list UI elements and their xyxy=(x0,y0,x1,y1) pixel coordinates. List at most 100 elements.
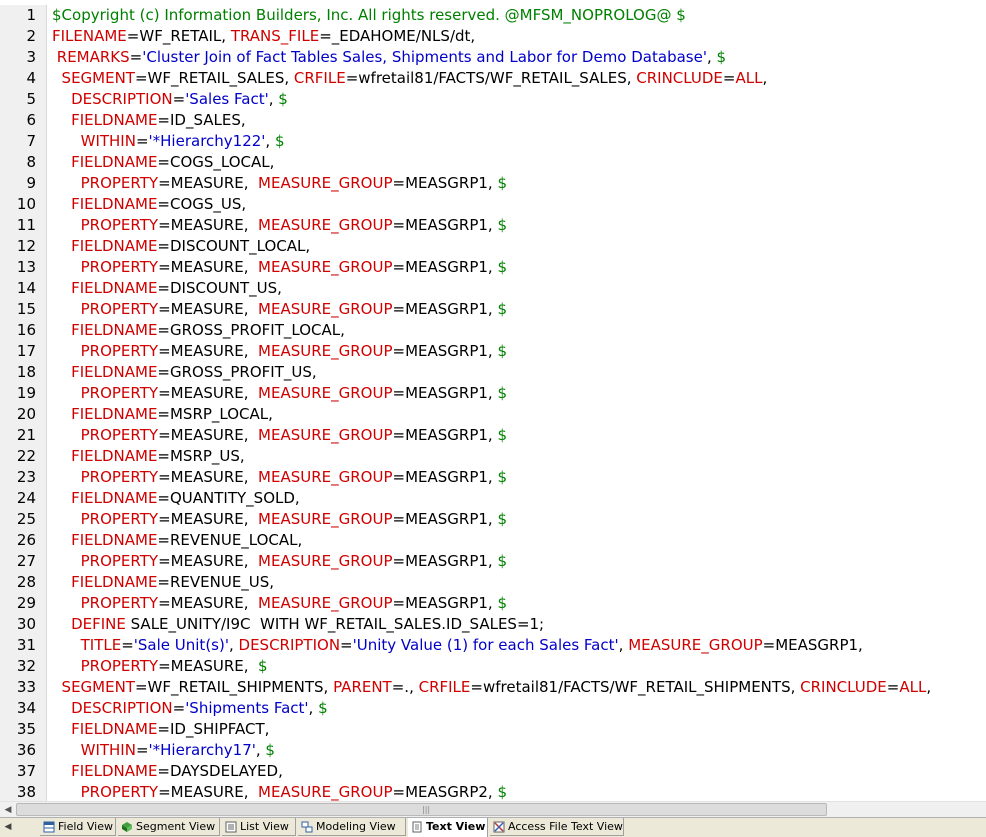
keyword-token: MEASURE_GROUP xyxy=(258,426,393,444)
tab-list-view[interactable]: List View xyxy=(222,818,296,836)
keyword-token: WITHIN xyxy=(80,741,136,759)
text-token: , xyxy=(228,636,239,654)
line-code: FIELDNAME=MSRP_US, xyxy=(52,446,245,467)
text-token: =MEASGRP1, xyxy=(392,468,498,486)
text-token: , xyxy=(268,90,279,108)
keyword-token: MEASURE_GROUP xyxy=(258,384,393,402)
code-line[interactable]: 22 FIELDNAME=MSRP_US, xyxy=(0,446,986,467)
line-code: DESCRIPTION='Shipments Fact', $ xyxy=(52,698,328,719)
code-line[interactable]: 9 PROPERTY=MEASURE, MEASURE_GROUP=MEASGR… xyxy=(0,173,986,194)
dollar-token: $ xyxy=(497,552,508,570)
code-line[interactable]: 35 FIELDNAME=ID_SHIPFACT, xyxy=(0,719,986,740)
code-line[interactable]: 13 PROPERTY=MEASURE, MEASURE_GROUP=MEASG… xyxy=(0,257,986,278)
code-line[interactable]: 27 PROPERTY=MEASURE, MEASURE_GROUP=MEASG… xyxy=(0,551,986,572)
code-line[interactable]: 16 FIELDNAME=GROSS_PROFIT_LOCAL, xyxy=(0,320,986,341)
line-number: 33 xyxy=(16,678,36,696)
code-line[interactable]: 2 FILENAME=WF_RETAIL, TRANS_FILE=_EDAHOME… xyxy=(0,26,986,47)
tab-access-file-text-view[interactable]: Access File Text View xyxy=(490,818,624,836)
code-line[interactable]: 33 SEGMENT=WF_RETAIL_SHIPMENTS, PARENT=.… xyxy=(0,677,986,698)
keyword-token: MEASURE_GROUP xyxy=(258,216,393,234)
code-line[interactable]: 14 FIELDNAME=DISCOUNT_US, xyxy=(0,278,986,299)
text-token: , xyxy=(255,741,266,759)
code-line[interactable]: 20 FIELDNAME=MSRP_LOCAL, xyxy=(0,404,986,425)
keyword-token: FIELDNAME xyxy=(71,111,158,129)
keyword-token: MEASURE_GROUP xyxy=(628,636,763,654)
text-token: , xyxy=(762,69,768,87)
keyword-token: DESCRIPTION xyxy=(238,636,341,654)
line-code: PROPERTY=MEASURE, MEASURE_GROUP=MEASGRP1… xyxy=(52,341,507,362)
text-editor[interactable]: 1 $Copyright (c) Information Builders, In… xyxy=(0,5,986,801)
scrollbar-thumb[interactable]: ||| xyxy=(16,803,827,816)
line-code: PROPERTY=MEASURE, $ xyxy=(52,656,268,677)
code-line[interactable]: 6 FIELDNAME=ID_SALES, xyxy=(0,110,986,131)
string-token: 'Unity Value (1) for each Sales Fact' xyxy=(352,636,619,654)
keyword-token: PROPERTY xyxy=(80,657,159,675)
code-line[interactable]: 1 $Copyright (c) Information Builders, In… xyxy=(0,5,986,26)
line-code: SEGMENT=WF_RETAIL_SALES, CRFILE=wfretail… xyxy=(52,68,768,89)
keyword-token: CRINCLUDE xyxy=(800,678,887,696)
keyword-token: FIELDNAME xyxy=(71,237,158,255)
code-line[interactable]: 7 WITHIN='*Hierarchy122', $ xyxy=(0,131,986,152)
code-line[interactable]: 19 PROPERTY=MEASURE, MEASURE_GROUP=MEASG… xyxy=(0,383,986,404)
line-number: 18 xyxy=(16,363,36,381)
code-line[interactable]: 15 PROPERTY=MEASURE, MEASURE_GROUP=MEASG… xyxy=(0,299,986,320)
line-code: FIELDNAME=COGS_US, xyxy=(52,194,246,215)
string-token: 'Cluster Join of Fact Tables Sales, Ship… xyxy=(142,48,707,66)
text-token: =., xyxy=(391,678,419,696)
keyword-token: PROPERTY xyxy=(80,300,159,318)
code-line[interactable]: 17 PROPERTY=MEASURE, MEASURE_GROUP=MEASG… xyxy=(0,341,986,362)
tab-field-view[interactable]: Field View xyxy=(40,818,116,836)
text-token: =_EDAHOME/NLS/dt, xyxy=(319,27,476,45)
code-line[interactable]: 25 PROPERTY=MEASURE, MEASURE_GROUP=MEASG… xyxy=(0,509,986,530)
code-line[interactable]: 3 REMARKS='Cluster Join of Fact Tables S… xyxy=(0,47,986,68)
code-line[interactable]: 36 WITHIN='*Hierarchy17', $ xyxy=(0,740,986,761)
text-token: , xyxy=(308,699,319,717)
text-view-icon xyxy=(412,821,422,833)
text-token: =REVENUE_US, xyxy=(157,573,275,591)
code-line[interactable]: 31 TITLE='Sale Unit(s)', DESCRIPTION='Un… xyxy=(0,635,986,656)
code-line[interactable]: 23 PROPERTY=MEASURE, MEASURE_GROUP=MEASG… xyxy=(0,467,986,488)
field-view-icon xyxy=(43,821,55,833)
tab-scroll-left-icon[interactable]: ◀ xyxy=(0,818,16,837)
scroll-left-arrow-icon[interactable]: ◀ xyxy=(0,802,16,818)
code-line[interactable]: 38 PROPERTY=MEASURE, MEASURE_GROUP=MEASG… xyxy=(0,782,986,801)
code-line[interactable]: 37 FIELDNAME=DAYSDELAYED, xyxy=(0,761,986,782)
code-line[interactable]: 10 FIELDNAME=COGS_US, xyxy=(0,194,986,215)
text-token: , xyxy=(265,132,275,150)
code-line[interactable]: 12 FIELDNAME=DISCOUNT_LOCAL, xyxy=(0,236,986,257)
code-line[interactable]: 34 DESCRIPTION='Shipments Fact', $ xyxy=(0,698,986,719)
tab-segment-view[interactable]: Segment View xyxy=(118,818,220,836)
code-line[interactable]: 28 FIELDNAME=REVENUE_US, xyxy=(0,572,986,593)
tab-modeling-view[interactable]: Modeling View xyxy=(298,818,406,836)
code-line[interactable]: 8 FIELDNAME=COGS_LOCAL, xyxy=(0,152,986,173)
text-token: =MEASURE, xyxy=(158,510,259,528)
keyword-token: DEFINE xyxy=(71,615,126,633)
code-line[interactable]: 32 PROPERTY=MEASURE, $ xyxy=(0,656,986,677)
text-token: = xyxy=(340,636,353,654)
code-line[interactable]: 18 FIELDNAME=GROSS_PROFIT_US, xyxy=(0,362,986,383)
line-code: PROPERTY=MEASURE, MEASURE_GROUP=MEASGRP2… xyxy=(52,782,507,801)
code-line[interactable]: 11 PROPERTY=MEASURE, MEASURE_GROUP=MEASG… xyxy=(0,215,986,236)
code-line[interactable]: 24 FIELDNAME=QUANTITY_SOLD, xyxy=(0,488,986,509)
horizontal-scrollbar[interactable]: ◀ ||| xyxy=(0,801,986,818)
code-line[interactable]: 26 FIELDNAME=REVENUE_LOCAL, xyxy=(0,530,986,551)
dollar-token: $ xyxy=(716,48,727,66)
line-code: DESCRIPTION='Sales Fact', $ xyxy=(52,89,288,110)
tab-text-view[interactable]: Text View xyxy=(408,818,488,837)
keyword-token: DESCRIPTION xyxy=(71,699,173,717)
code-line[interactable]: 21 PROPERTY=MEASURE, MEASURE_GROUP=MEASG… xyxy=(0,425,986,446)
code-line[interactable]: 4 SEGMENT=WF_RETAIL_SALES, CRFILE=wfreta… xyxy=(0,68,986,89)
code-line[interactable]: 5 DESCRIPTION='Sales Fact', $ xyxy=(0,89,986,110)
code-line[interactable]: 30 DEFINE SALE_UNITY/I9C WITH WF_RETAIL_… xyxy=(0,614,986,635)
code-line[interactable]: 29 PROPERTY=MEASURE, MEASURE_GROUP=MEASG… xyxy=(0,593,986,614)
line-code: PROPERTY=MEASURE, MEASURE_GROUP=MEASGRP1… xyxy=(52,257,507,278)
line-code: FIELDNAME=GROSS_PROFIT_US, xyxy=(52,362,317,383)
line-code: PROPERTY=MEASURE, MEASURE_GROUP=MEASGRP1… xyxy=(52,593,507,614)
